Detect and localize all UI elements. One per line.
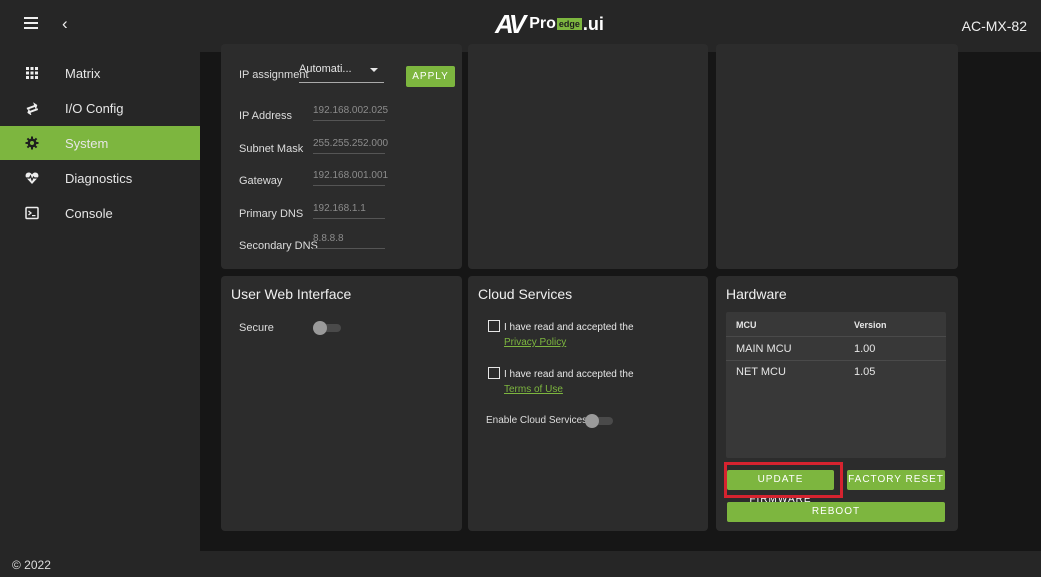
- privacy-policy-link[interactable]: Privacy Policy: [504, 337, 566, 348]
- ip-assignment-select[interactable]: Automati...: [299, 63, 384, 83]
- column-header-mcu: MCU: [736, 320, 757, 330]
- caret-down-icon: [370, 68, 378, 72]
- gateway-field[interactable]: 192.168.001.001: [313, 170, 388, 186]
- ip-assignment-value: Automati...: [299, 63, 352, 75]
- column-header-version: Version: [854, 320, 887, 330]
- primary-dns-label: Primary DNS: [239, 208, 304, 220]
- footer: © 2022: [0, 551, 1041, 577]
- user-web-interface-card: User Web Interface Secure: [221, 276, 462, 531]
- privacy-policy-checkbox[interactable]: [488, 320, 500, 332]
- sidebar-item-diagnostics[interactable]: Diagnostics: [0, 161, 200, 195]
- sidebar-item-io-config[interactable]: I/O Config: [0, 91, 200, 125]
- heartbeat-icon: [25, 172, 39, 184]
- sidebar-item-console[interactable]: Console: [0, 196, 200, 230]
- sidebar: Matrix I/O Config System Diagnostics Con…: [0, 52, 200, 551]
- empty-card-middle: [468, 44, 708, 269]
- secure-label: Secure: [239, 322, 274, 334]
- sidebar-item-label: Matrix: [65, 66, 101, 81]
- apply-button[interactable]: APPLY: [406, 66, 455, 87]
- card-title: Cloud Services: [478, 286, 573, 302]
- logo-edge-text: edge: [556, 18, 582, 30]
- empty-card-right: [716, 44, 958, 269]
- hamburger-menu-icon[interactable]: [24, 17, 38, 31]
- table-cell-version: 1.00: [854, 343, 876, 355]
- table-cell-mcu: MAIN MCU: [736, 343, 792, 355]
- gear-icon: [25, 136, 39, 150]
- sidebar-item-matrix[interactable]: Matrix: [0, 56, 200, 90]
- enable-cloud-toggle[interactable]: [585, 414, 613, 428]
- highlight-box: [724, 462, 843, 498]
- sidebar-item-label: Console: [65, 206, 113, 221]
- copyright-text: © 2022: [12, 558, 51, 572]
- grid-icon: [26, 67, 38, 79]
- secondary-dns-label: Secondary DNS: [239, 240, 318, 252]
- ip-address-label: IP Address: [239, 110, 292, 122]
- sidebar-item-label: I/O Config: [65, 101, 124, 116]
- card-title: User Web Interface: [231, 286, 352, 302]
- network-card: IP assignment Automati... APPLY IP Addre…: [221, 44, 462, 269]
- terminal-icon: [25, 206, 39, 220]
- gateway-label: Gateway: [239, 175, 283, 187]
- table-cell-version: 1.05: [854, 366, 876, 378]
- subnet-mask-field[interactable]: 255.255.252.000: [313, 138, 388, 154]
- mcu-version-table: MCU Version MAIN MCU 1.00 NET MCU 1.05: [726, 312, 946, 458]
- secondary-dns-field[interactable]: 8.8.8.8: [313, 233, 385, 249]
- terms-accept-text: I have read and accepted the: [504, 369, 634, 380]
- subnet-mask-label: Subnet Mask: [239, 143, 304, 155]
- primary-dns-field[interactable]: 192.168.1.1: [313, 203, 385, 219]
- sidebar-item-system[interactable]: System: [0, 126, 200, 160]
- privacy-accept-text: I have read and accepted the: [504, 322, 634, 333]
- card-title: Hardware: [726, 286, 787, 302]
- terms-of-use-checkbox[interactable]: [488, 367, 500, 379]
- cloud-services-card: Cloud Services I have read and accepted …: [468, 276, 708, 531]
- sidebar-item-label: System: [65, 136, 109, 151]
- logo-pro-text: Pro: [529, 15, 556, 32]
- ip-address-field[interactable]: 192.168.002.025: [313, 105, 388, 121]
- terms-of-use-link[interactable]: Terms of Use: [504, 384, 563, 395]
- enable-cloud-label: Enable Cloud Services: [486, 415, 588, 426]
- sidebar-item-label: Diagnostics: [65, 171, 133, 186]
- avproedge-logo: AV Pro edge .ui: [495, 9, 604, 39]
- swap-arrows-icon: [26, 102, 39, 115]
- table-cell-mcu: NET MCU: [736, 366, 786, 378]
- device-model-label: AC-MX-82: [961, 18, 1027, 34]
- logo-ui-text: .ui: [582, 13, 604, 34]
- reboot-button[interactable]: REBOOT: [727, 502, 945, 522]
- secure-toggle[interactable]: [313, 321, 341, 335]
- logo-av-text: AV: [495, 8, 526, 39]
- factory-reset-button[interactable]: FACTORY RESET: [847, 470, 945, 490]
- back-chevron-icon[interactable]: ‹: [62, 14, 68, 34]
